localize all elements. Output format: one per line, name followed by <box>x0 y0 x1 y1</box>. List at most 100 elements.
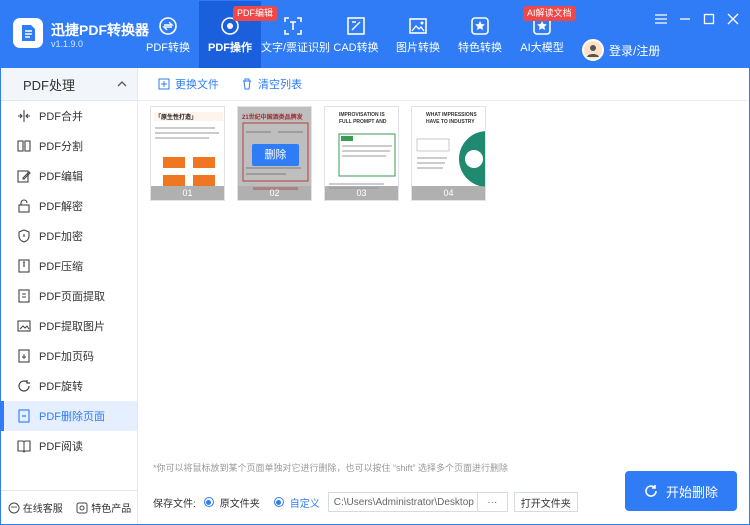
top-bar: 迅捷PDF转换器 v1.1.9.0 PDF转换 PDF编辑 PDF操作 文字/票… <box>1 1 749 68</box>
page-thumbnails: 「原生性打造」 01 21世纪中国酒类品牌发 删除 02 IMPROVISATI… <box>150 106 486 201</box>
sidebar-item-compress[interactable]: PDF压缩 <box>1 251 137 281</box>
products-icon <box>76 502 88 513</box>
ocr-icon <box>284 17 302 35</box>
browse-button[interactable]: ··· <box>477 492 508 512</box>
sidebar-item-label: PDF合并 <box>39 111 83 123</box>
app-version: v1.1.9.0 <box>51 39 84 49</box>
online-service-label: 在线客服 <box>22 504 63 515</box>
sidebar-item-label: PDF提取图片 <box>39 321 105 333</box>
page-number: 04 <box>412 186 485 200</box>
nav-image[interactable]: 图片转换 <box>387 1 449 68</box>
nav-ai-model[interactable]: AI解读文档 AI大模型 <box>511 1 576 68</box>
page-number-icon <box>17 349 31 363</box>
sidebar: PDF处理 PDF合并 PDF分割 PDF编辑 PDF解密 PDF加密 PDF压… <box>1 68 138 524</box>
sidebar-title: PDF处理 <box>23 77 76 93</box>
radio-original-folder[interactable] <box>203 497 214 507</box>
start-delete-label: 开始删除 <box>665 484 718 500</box>
unlock-icon <box>17 199 31 213</box>
nav-special[interactable]: 特色转换 <box>449 1 511 68</box>
nav-label: 文字/票证识别 <box>261 42 331 54</box>
ai-badge: AI解读文档 <box>523 6 576 21</box>
book-icon <box>17 439 31 453</box>
save-path-field[interactable]: C:\Users\Administrator\Desktop <box>327 492 478 512</box>
sidebar-item-rotate[interactable]: PDF旋转 <box>1 371 137 401</box>
sidebar-item-merge[interactable]: PDF合并 <box>1 101 137 131</box>
shield-icon <box>17 229 31 243</box>
page-thumbnail-hovered[interactable]: 21世纪中国酒类品牌发 删除 02 <box>237 106 312 201</box>
original-folder-label: 原文件夹 <box>219 498 260 510</box>
replace-file-button[interactable]: 更换文件 <box>158 76 219 92</box>
page-heading: WHAT IMPRESSIONS HAVE TO INDUSTRY <box>426 112 477 125</box>
sidebar-item-extract-pages[interactable]: PDF页面提取 <box>1 281 137 311</box>
login-button[interactable]: 登录/注册 <box>582 39 660 61</box>
chevron-up-icon <box>117 81 127 87</box>
sidebar-item-label: PDF加密 <box>39 231 83 243</box>
sidebar-header[interactable]: PDF处理 <box>1 68 137 101</box>
page-number: 02 <box>238 186 311 200</box>
maximize-icon[interactable] <box>701 11 717 27</box>
extract-page-icon <box>17 289 31 303</box>
sidebar-item-page-numbers[interactable]: PDF加页码 <box>1 341 137 371</box>
sidebar-item-label: PDF加页码 <box>39 351 94 363</box>
nav-label: 特色转换 <box>458 42 502 54</box>
page-thumbnail[interactable]: IMPROVISATION IS FULL PROMPT AND STIMULA… <box>324 106 399 201</box>
hint-text: *你可以将鼠标放到某个页面单独对它进行删除，也可以按住 “shift” 选择多个… <box>153 463 509 473</box>
app-window: 迅捷PDF转换器 v1.1.9.0 PDF转换 PDF编辑 PDF操作 文字/票… <box>0 0 750 525</box>
top-nav: PDF转换 PDF编辑 PDF操作 文字/票证识别 CAD转换 图片转换 特色转… <box>137 1 576 68</box>
delete-page-icon <box>17 409 31 423</box>
split-icon <box>17 139 31 153</box>
sidebar-item-read[interactable]: PDF阅读 <box>1 431 137 461</box>
online-service-link[interactable]: 在线客服 <box>8 500 63 515</box>
image-icon <box>409 18 427 34</box>
sidebar-item-split[interactable]: PDF分割 <box>1 131 137 161</box>
sidebar-item-label: PDF解密 <box>39 201 83 213</box>
replace-file-label: 更换文件 <box>175 79 219 91</box>
page-thumbnail[interactable]: 「原生性打造」 01 <box>150 106 225 201</box>
trash-icon <box>243 78 251 90</box>
rotate-icon <box>17 379 31 393</box>
radio-custom-folder[interactable] <box>273 497 284 507</box>
close-icon[interactable] <box>725 11 741 27</box>
nav-pdf-operate[interactable]: PDF编辑 PDF操作 <box>199 1 278 68</box>
menu-icon[interactable] <box>653 11 669 27</box>
open-folder-button[interactable]: 打开文件夹 <box>513 492 578 512</box>
clear-list-button[interactable]: 清空列表 <box>241 76 302 92</box>
add-file-icon <box>158 78 170 90</box>
star-icon <box>471 17 489 35</box>
nav-label: 图片转换 <box>396 42 440 54</box>
page-number: 03 <box>325 186 398 200</box>
main-panel: 更换文件 清空列表 「原生性打造」 01 21世纪中国酒类品牌发 删除 02 I… <box>138 68 749 524</box>
custom-folder-label: 自定义 <box>289 498 320 510</box>
delete-page-button[interactable]: 删除 <box>252 144 299 166</box>
sidebar-item-encrypt[interactable]: PDF加密 <box>1 221 137 251</box>
sidebar-item-edit[interactable]: PDF编辑 <box>1 161 137 191</box>
minimize-icon[interactable] <box>677 11 693 27</box>
nav-label: AI大模型 <box>520 42 564 54</box>
nav-pdf-convert[interactable]: PDF转换 <box>137 1 199 68</box>
sidebar-item-delete-pages[interactable]: PDF删除页面 <box>1 401 137 431</box>
pdf-convert-icon <box>159 17 177 35</box>
sidebar-item-label: PDF编辑 <box>39 171 83 183</box>
nav-label: PDF操作 <box>208 42 252 54</box>
save-label: 保存文件: <box>153 498 196 510</box>
sidebar-item-decrypt[interactable]: PDF解密 <box>1 191 137 221</box>
cad-icon <box>347 17 365 35</box>
page-thumbnail[interactable]: WHAT IMPRESSIONS HAVE TO INDUSTRY 04 <box>411 106 486 201</box>
featured-products-label: 特色产品 <box>91 504 132 515</box>
page-heading: 「原生性打造」 <box>155 115 198 121</box>
app-name: 迅捷PDF转换器 <box>51 22 149 38</box>
featured-products-link[interactable]: 特色产品 <box>76 500 131 515</box>
sidebar-item-extract-images[interactable]: PDF提取图片 <box>1 311 137 341</box>
nav-ocr[interactable]: 文字/票证识别 <box>261 1 331 68</box>
sidebar-item-label: PDF旋转 <box>39 381 83 393</box>
sidebar-item-label: PDF分割 <box>39 141 83 153</box>
save-options: 保存文件: 原文件夹 自定义 C:\Users\Administrator\De… <box>153 492 578 512</box>
start-delete-button[interactable]: 开始删除 <box>625 471 737 511</box>
nav-cad[interactable]: CAD转换 <box>325 1 387 68</box>
merge-icon <box>17 109 31 123</box>
clear-list-label: 清空列表 <box>258 79 302 91</box>
avatar <box>582 39 604 61</box>
sidebar-item-label: PDF压缩 <box>39 261 83 273</box>
nav-label: PDF转换 <box>146 42 190 54</box>
sidebar-item-label: PDF页面提取 <box>39 291 105 303</box>
